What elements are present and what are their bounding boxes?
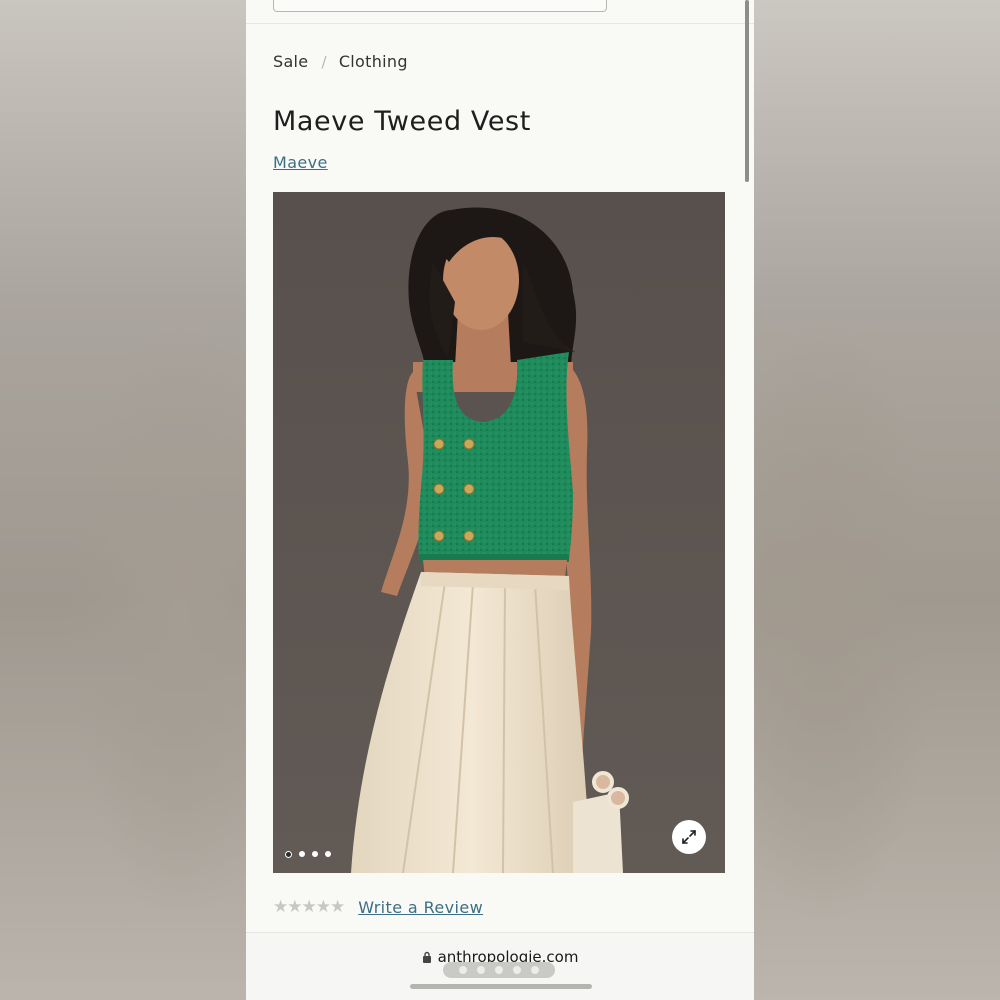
scrollbar[interactable] [745, 0, 749, 182]
product-image[interactable] [273, 192, 725, 873]
carousel-dots [285, 851, 331, 858]
write-review-link[interactable]: Write a Review [358, 898, 483, 917]
breadcrumb: Sale / Clothing [273, 52, 408, 71]
breadcrumb-link-clothing[interactable]: Clothing [339, 52, 408, 71]
star-rating: ★★★★★ [273, 897, 345, 917]
carousel-dot[interactable] [325, 851, 331, 857]
page-dot [531, 966, 539, 974]
page-dot [477, 966, 485, 974]
expand-image-button[interactable] [672, 820, 706, 854]
page-dot [459, 966, 467, 974]
phone-screen: Sale / Clothing Maeve Tweed Vest Maeve ★… [246, 0, 754, 1000]
carousel-dot[interactable] [312, 851, 318, 857]
product-photo-illustration [273, 192, 725, 873]
background-blur-right [754, 0, 1000, 1000]
search-input[interactable] [273, 0, 607, 12]
carousel-dot[interactable] [299, 851, 305, 857]
header-divider [246, 23, 754, 24]
carousel-dot-active[interactable] [285, 851, 292, 858]
product-title: Maeve Tweed Vest [273, 106, 531, 137]
brand-link[interactable]: Maeve [273, 153, 328, 172]
background-blur-left [0, 0, 246, 1000]
breadcrumb-link-sale[interactable]: Sale [273, 52, 308, 71]
page-dot [513, 966, 521, 974]
browser-url-bar[interactable]: anthropologie.com [246, 932, 754, 1000]
rating-row: ★★★★★ Write a Review [273, 897, 483, 917]
home-indicator[interactable] [410, 984, 592, 989]
breadcrumb-separator: / [321, 52, 327, 71]
tab-page-indicator[interactable] [443, 962, 555, 978]
expand-arrows-icon [682, 830, 696, 844]
lock-icon [422, 951, 431, 963]
page-dot [495, 966, 503, 974]
